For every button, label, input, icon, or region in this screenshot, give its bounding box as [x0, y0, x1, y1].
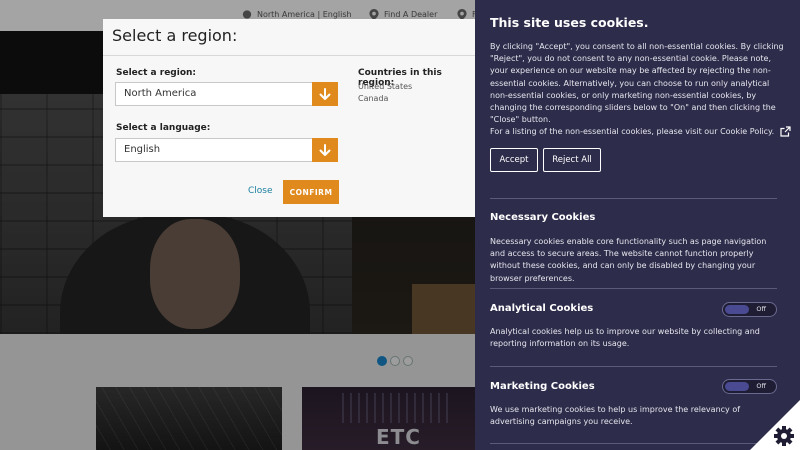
- accept-button[interactable]: Accept: [490, 148, 538, 172]
- divider: [490, 366, 777, 367]
- region-select-value: North America: [124, 88, 197, 99]
- divider: [490, 198, 777, 199]
- language-label: Select a language:: [116, 123, 211, 133]
- toggle-knob: [725, 382, 749, 391]
- divider: [490, 288, 777, 289]
- reject-all-button[interactable]: Reject All: [543, 148, 601, 172]
- necessary-cookies-title: Necessary Cookies: [490, 212, 596, 223]
- analytical-cookies-toggle[interactable]: Off: [722, 302, 777, 317]
- language-select-value: English: [124, 144, 161, 155]
- cookie-settings-gear-icon[interactable]: [750, 400, 800, 450]
- close-link[interactable]: Close: [248, 186, 273, 196]
- region-modal: Select a region: Select a region: North …: [103, 19, 475, 217]
- arrow-down-icon[interactable]: [312, 138, 338, 162]
- analytical-cookies-text: Analytical cookies help us to improve ou…: [490, 327, 760, 349]
- country-item: Canada: [358, 94, 389, 103]
- cookie-policy-link[interactable]: For a listing of the non-essential cooki…: [490, 126, 791, 137]
- external-link-icon: [780, 126, 791, 137]
- confirm-button[interactable]: CONFIRM: [283, 180, 339, 204]
- region-modal-title: Select a region:: [112, 26, 238, 45]
- language-select[interactable]: English: [115, 138, 338, 162]
- arrow-down-icon[interactable]: [312, 82, 338, 106]
- cookie-intro-text: By clicking "Accept", you consent to all…: [490, 42, 784, 125]
- region-select[interactable]: North America: [115, 82, 338, 106]
- toggle-knob: [725, 305, 749, 314]
- cookie-panel-title: This site uses cookies.: [490, 15, 649, 30]
- analytical-cookies-title: Analytical Cookies: [490, 303, 594, 314]
- marketing-cookies-title: Marketing Cookies: [490, 381, 595, 392]
- marketing-cookies-toggle[interactable]: Off: [722, 379, 777, 394]
- divider: [103, 55, 475, 56]
- cookie-consent-panel: This site uses cookies. By clicking "Acc…: [475, 0, 800, 450]
- marketing-cookies-text: We use marketing cookies to help us impr…: [490, 405, 741, 427]
- region-label: Select a region:: [116, 68, 197, 78]
- country-item: United States: [358, 82, 413, 91]
- divider: [490, 443, 777, 444]
- necessary-cookies-text: Necessary cookies enable core functional…: [490, 237, 767, 283]
